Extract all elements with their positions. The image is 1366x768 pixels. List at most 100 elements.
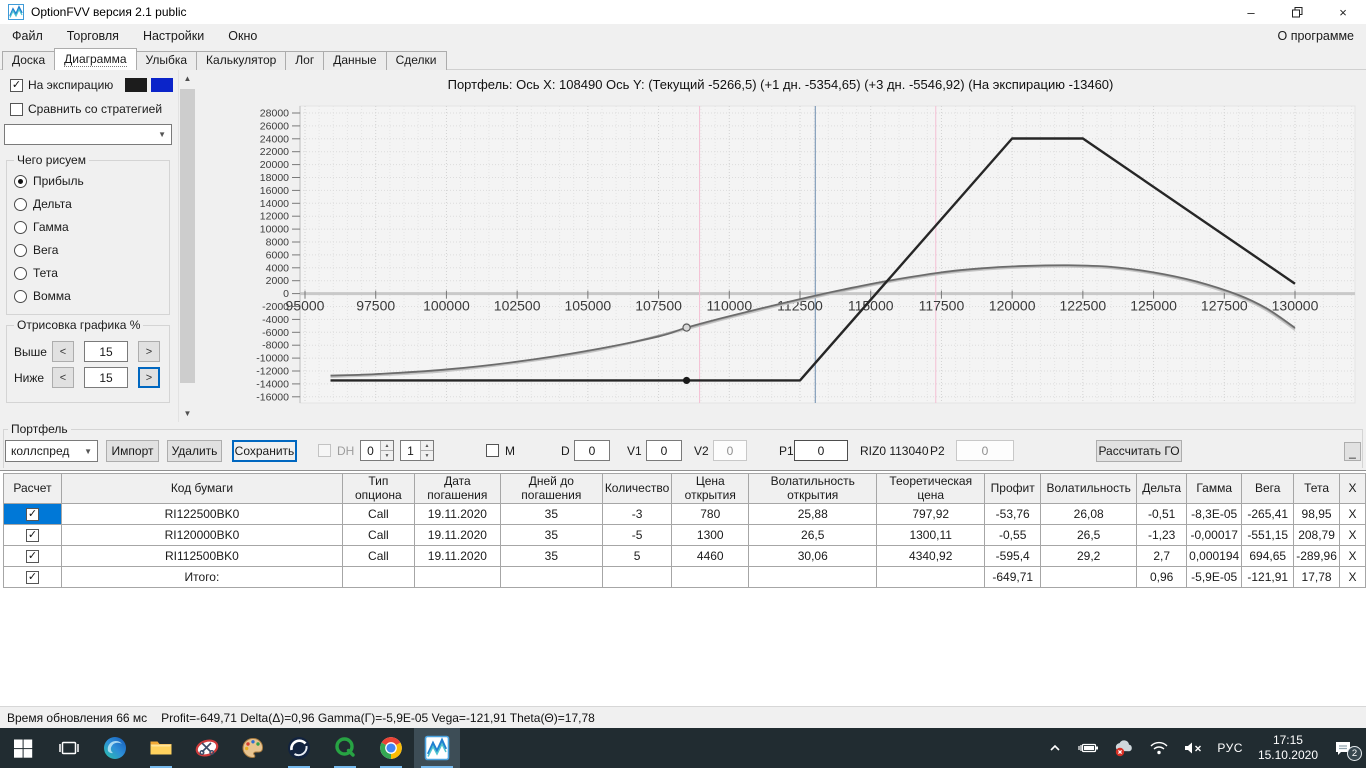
expiration-color-swatch[interactable] xyxy=(125,78,147,92)
row-calc-checkbox-cell[interactable]: ✓ xyxy=(3,545,62,567)
pl-chart[interactable]: 2800026000240002200020000180001600014000… xyxy=(195,92,1366,422)
menu-item-3[interactable]: Настройки xyxy=(131,24,216,47)
column-header[interactable]: X xyxy=(1338,473,1366,504)
taskbar-task-view-app[interactable] xyxy=(46,728,92,768)
radio-button[interactable] xyxy=(14,220,27,234)
above-value-box[interactable]: 15 xyxy=(84,341,128,362)
radio-button[interactable] xyxy=(14,289,27,303)
volume-muted-icon[interactable] xyxy=(1176,740,1210,756)
remove-row-button[interactable]: X xyxy=(1338,545,1366,567)
tab-данные[interactable]: Данные xyxy=(323,51,387,70)
column-header[interactable]: Теоретическая цена xyxy=(876,473,986,504)
below-decrease-button[interactable]: < xyxy=(52,367,74,388)
tab-диаграмма[interactable]: Диаграмма xyxy=(54,48,137,70)
p1-input[interactable]: 0 xyxy=(794,440,848,461)
column-header[interactable]: Код бумаги xyxy=(60,473,343,504)
save-button[interactable]: Сохранить xyxy=(232,440,297,462)
column-header[interactable]: Тета xyxy=(1293,473,1340,504)
close-button[interactable]: × xyxy=(1320,0,1366,24)
below-value-box[interactable]: 15 xyxy=(84,367,128,388)
calc-checkbox[interactable]: ✓ xyxy=(25,549,39,563)
radio-гамма[interactable]: Гамма xyxy=(14,220,69,234)
taskbar-quik-app[interactable] xyxy=(276,728,322,768)
m-checkbox[interactable]: ✓ xyxy=(486,444,499,457)
tab-калькулятор[interactable]: Калькулятор xyxy=(196,51,287,70)
expiration-checkbox-box[interactable]: ✓ xyxy=(10,78,23,92)
strategy-combobox[interactable]: ▼ xyxy=(4,124,172,145)
restore-button[interactable] xyxy=(1274,0,1320,24)
settings-scrollbar[interactable]: ▲ ▼ xyxy=(178,70,195,422)
column-header[interactable]: Гамма xyxy=(1186,473,1243,504)
scrollbar-thumb[interactable] xyxy=(180,89,195,383)
minimize-button[interactable]: – xyxy=(1228,0,1274,24)
row-calc-checkbox-cell[interactable]: ✓ xyxy=(3,503,62,525)
remove-row-button[interactable]: X xyxy=(1338,566,1366,588)
column-header[interactable]: Расчет xyxy=(3,473,62,504)
tab-лог[interactable]: Лог xyxy=(285,51,325,70)
taskbar-optionfvv-app[interactable] xyxy=(414,728,460,768)
wifi-icon[interactable] xyxy=(1142,740,1176,756)
column-header[interactable]: Профит xyxy=(984,473,1042,504)
calc-checkbox[interactable]: ✓ xyxy=(25,507,39,521)
radio-вомма[interactable]: Вомма xyxy=(14,289,71,303)
remove-row-button[interactable]: X xyxy=(1338,503,1366,525)
current-color-swatch[interactable] xyxy=(151,78,173,92)
column-header[interactable]: Волатильность xyxy=(1040,473,1138,504)
clock[interactable]: 17:15 15.10.2020 xyxy=(1250,733,1326,763)
compare-strategy-checkbox[interactable]: ✓ Сравнить со стратегией xyxy=(10,102,162,116)
spin-up-icon[interactable]: ▲ xyxy=(421,441,433,451)
taskbar-snipping-app[interactable] xyxy=(184,728,230,768)
radio-button[interactable] xyxy=(14,174,27,188)
column-header[interactable]: Волатильность открытия xyxy=(748,473,878,504)
column-header[interactable]: Дней до погашения xyxy=(499,473,603,504)
taskbar-edge-app[interactable] xyxy=(92,728,138,768)
d-input[interactable]: 0 xyxy=(574,440,610,461)
menu-about[interactable]: О программе xyxy=(1266,29,1366,43)
taskbar-start-button[interactable] xyxy=(0,728,46,768)
language-indicator[interactable]: РУС xyxy=(1210,741,1250,755)
delete-button[interactable]: Удалить xyxy=(167,440,222,462)
radio-прибыль[interactable]: Прибыль xyxy=(14,174,84,188)
taskbar-paint-app[interactable] xyxy=(230,728,276,768)
p2-input[interactable]: 0 xyxy=(956,440,1014,461)
tab-сделки[interactable]: Сделки xyxy=(385,51,447,70)
v2-input[interactable]: 0 xyxy=(713,440,747,461)
column-header[interactable]: Дата погашения xyxy=(413,473,501,504)
column-header[interactable]: Цена открытия xyxy=(671,473,750,504)
dh-spinner-1[interactable]: 0 ▲ ▼ xyxy=(360,440,394,461)
above-increase-button[interactable]: > xyxy=(138,341,160,362)
scroll-up-icon[interactable]: ▲ xyxy=(179,70,196,87)
menu-item-2[interactable]: Торговля xyxy=(55,24,131,47)
radio-button[interactable] xyxy=(14,197,27,211)
below-increase-button[interactable]: > xyxy=(138,367,160,388)
v1-input[interactable]: 0 xyxy=(646,440,682,461)
menu-item-1[interactable]: Файл xyxy=(0,24,55,47)
dh-checkbox[interactable]: ✓ xyxy=(318,444,331,457)
compare-strategy-checkbox-box[interactable]: ✓ xyxy=(10,102,23,116)
column-header[interactable]: Тип опциона xyxy=(341,473,415,504)
expiration-checkbox[interactable]: ✓ На экспирацию xyxy=(10,78,113,92)
notification-center-icon[interactable]: 2 xyxy=(1326,739,1362,761)
collapse-button[interactable]: _ xyxy=(1344,442,1361,461)
above-decrease-button[interactable]: < xyxy=(52,341,74,362)
column-header[interactable]: Дельта xyxy=(1136,473,1188,504)
import-button[interactable]: Импорт xyxy=(106,440,159,462)
onedrive-error-icon[interactable] xyxy=(1106,739,1142,757)
tab-доска[interactable]: Доска xyxy=(2,51,56,70)
radio-тета[interactable]: Тета xyxy=(14,266,58,280)
row-calc-checkbox-cell[interactable]: ✓ xyxy=(3,566,62,588)
column-header[interactable]: Вега xyxy=(1241,473,1295,504)
scroll-down-icon[interactable]: ▼ xyxy=(179,405,196,422)
dh-spinner-2[interactable]: 1 ▲ ▼ xyxy=(400,440,434,461)
column-header[interactable]: Количество xyxy=(601,473,673,504)
preset-combobox[interactable]: коллспред ▼ xyxy=(5,440,98,462)
radio-button[interactable] xyxy=(14,266,27,280)
tray-chevron-up-icon[interactable] xyxy=(1040,740,1070,756)
row-calc-checkbox-cell[interactable]: ✓ xyxy=(3,524,62,546)
spin-up-icon[interactable]: ▲ xyxy=(381,441,393,451)
menu-item-4[interactable]: Окно xyxy=(216,24,269,47)
calc-checkbox[interactable]: ✓ xyxy=(25,528,39,542)
battery-icon[interactable] xyxy=(1070,740,1106,756)
tab-улыбка[interactable]: Улыбка xyxy=(135,51,198,70)
calc-checkbox[interactable]: ✓ xyxy=(25,570,39,584)
